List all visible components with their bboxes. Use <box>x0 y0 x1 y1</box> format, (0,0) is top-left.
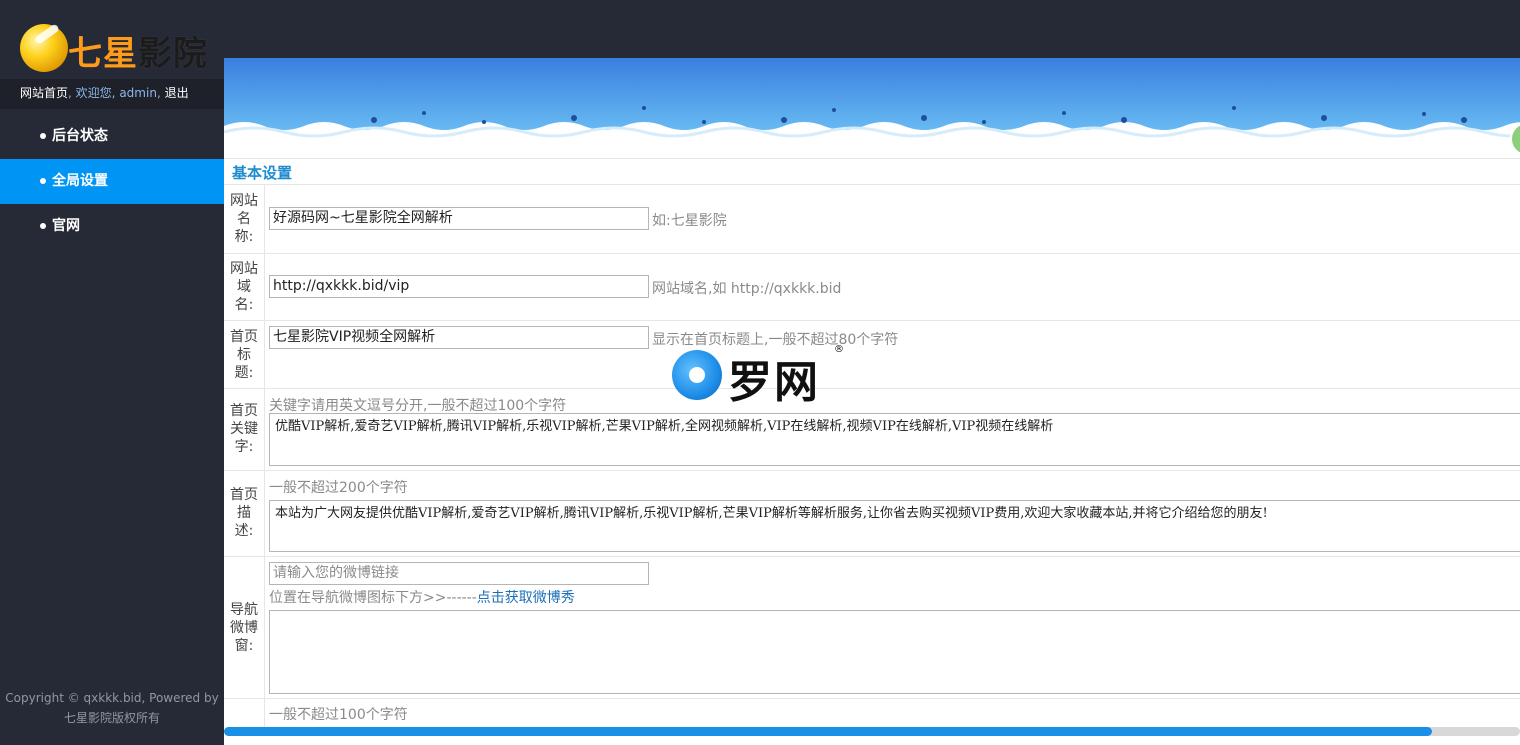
user-bar: 网站首页, 欢迎您, admin, 退出 <box>0 79 224 109</box>
site-name-input[interactable]: 好源码网~七星影院全网解析 <box>269 207 649 230</box>
registered-mark: ® <box>834 344 844 355</box>
divider <box>224 698 1520 699</box>
keywords-textarea[interactable]: 优酷VIP解析,爱奇艺VIP解析,腾讯VIP解析,乐视VIP解析,芒果VIP解析… <box>269 413 1520 466</box>
divider <box>224 388 1520 389</box>
sidebar-item-label: 官网 <box>52 218 80 234</box>
label-column-divider <box>264 184 265 729</box>
site-domain-input[interactable]: http://qxkkk.bid/vip <box>269 275 649 298</box>
main-content: 基本设置 网站名称: 好源码网~七星影院全网解析 如:七星影院 网站域名: ht… <box>224 58 1520 745</box>
sidebar-item-global-settings[interactable]: 全局设置 <box>0 159 224 204</box>
sidebar-item-label: 后台状态 <box>52 128 108 144</box>
bullet-icon <box>40 223 46 229</box>
sidebar-item-official-site[interactable]: 官网 <box>0 204 224 249</box>
divider <box>224 253 1520 254</box>
divider <box>224 556 1520 557</box>
logo-text: 七星影院 <box>68 34 208 74</box>
site-name-label: 网站名称: <box>230 193 258 245</box>
description-hint: 一般不超过200个字符 <box>269 480 408 496</box>
get-weibo-show-link[interactable]: 点击获取微博秀 <box>477 590 575 606</box>
site-domain-hint: 网站域名,如 http://qxkkk.bid <box>652 281 842 297</box>
copyright-line: 七星影院版权所有 <box>63 711 160 725</box>
divider <box>224 320 1520 321</box>
divider <box>224 184 1520 185</box>
site-domain-label: 网站域名: <box>230 261 258 313</box>
keywords-hint: 关键字请用英文逗号分开,一般不超过100个字符 <box>269 398 567 414</box>
copyright: Copyright © qxkkk.bid, Powered by 七星影院版权… <box>0 688 224 728</box>
logo[interactable]: 七星影院 <box>20 22 210 74</box>
sidebar-nav: 后台状态 全局设置 官网 <box>0 114 224 249</box>
bottom-hint: 一般不超过100个字符 <box>269 707 408 723</box>
divider <box>224 158 1520 159</box>
description-label: 首页描述: <box>230 487 258 539</box>
description-textarea[interactable]: 本站为广大网友提供优酷VIP解析,爱奇艺VIP解析,腾讯VIP解析,乐视VIP解… <box>269 500 1520 552</box>
username-link[interactable]: admin <box>119 86 157 100</box>
weibo-link-input[interactable]: 请输入您的微博链接 <box>269 562 649 585</box>
bullet-icon <box>40 178 46 184</box>
horizontal-scrollbar-thumb[interactable] <box>224 727 1432 736</box>
logout-link[interactable]: 退出 <box>165 86 189 100</box>
home-title-input[interactable]: 七星影院VIP视频全网解析 <box>269 326 649 349</box>
separator: , <box>156 86 161 100</box>
home-title-label: 首页标题: <box>230 329 258 381</box>
weibo-show-textarea[interactable] <box>269 610 1520 694</box>
watermark-logo: 罗网 ® <box>668 344 846 408</box>
top-bar <box>224 0 1520 58</box>
welcome-text: 欢迎您, <box>75 86 116 100</box>
watermark-emblem-icon <box>672 350 722 400</box>
separator: , <box>68 86 72 100</box>
copyright-line: Copyright © qxkkk.bid, Powered by <box>5 691 219 705</box>
section-title: 基本设置 <box>232 164 293 182</box>
nav-weibo-label: 导航 微博 窗: <box>230 602 258 654</box>
logo-emblem-icon <box>20 24 68 72</box>
sidebar-item-dashboard-status[interactable]: 后台状态 <box>0 114 224 159</box>
watermark-text: 罗网 <box>728 357 820 408</box>
sidebar-item-label: 全局设置 <box>52 173 108 189</box>
header-banner <box>224 58 1520 158</box>
bullet-icon <box>40 133 46 139</box>
site-name-hint: 如:七星影院 <box>652 213 727 229</box>
home-link[interactable]: 网站首页 <box>20 86 68 100</box>
weibo-hint: 位置在导航微博图标下方>>------点击获取微博秀 <box>269 590 575 606</box>
sidebar: 七星影院 网站首页, 欢迎您, admin, 退出 后台状态 全局设置 官网 C… <box>0 0 224 745</box>
keywords-label: 首页 关键 字: <box>230 403 258 455</box>
divider <box>224 470 1520 471</box>
